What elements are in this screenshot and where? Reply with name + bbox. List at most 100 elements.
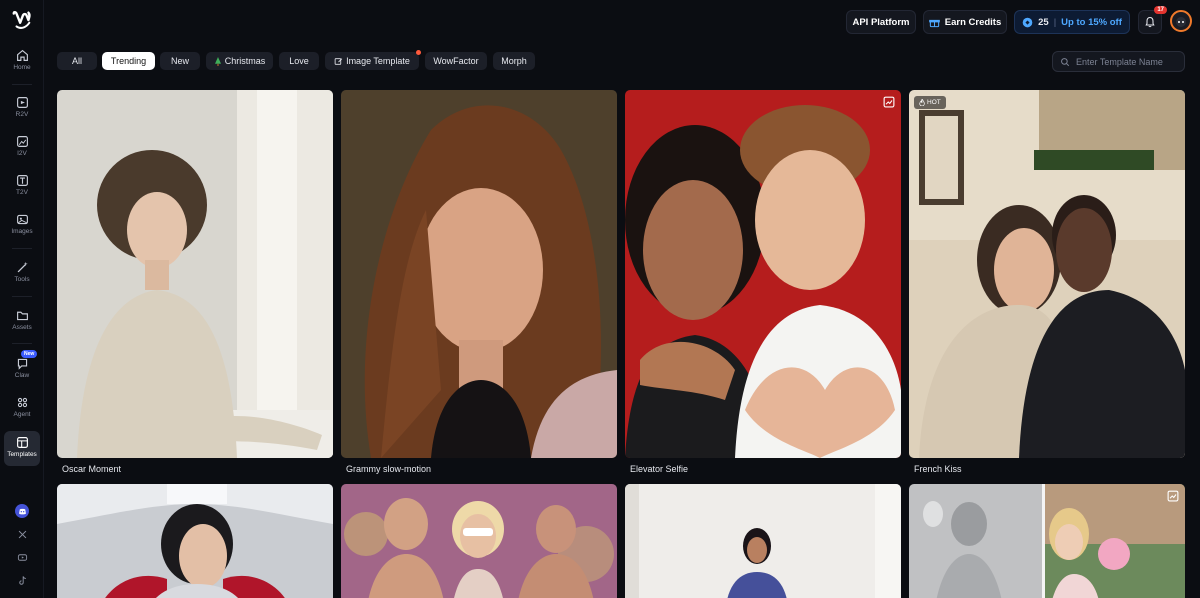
sidebar-item-label: Templates	[7, 451, 37, 458]
sidebar-item-images[interactable]: Images	[0, 213, 44, 236]
tab-label: All	[71, 56, 82, 66]
tab-label: Image Template	[346, 56, 410, 66]
new-indicator-dot	[416, 50, 421, 55]
earn-credits-label: Earn Credits	[944, 16, 1002, 28]
template-title[interactable]: French Kiss	[914, 464, 962, 474]
avatar-eye	[1178, 21, 1180, 23]
credits-separator: |	[1053, 16, 1057, 28]
credits-button[interactable]: 25 | Up to 15% off	[1014, 10, 1130, 34]
template-card[interactable]	[341, 484, 617, 598]
sidebar-item-label: Claw	[14, 372, 30, 379]
template-card-french-kiss[interactable]: HOT	[909, 90, 1185, 458]
earn-credits-button[interactable]: Earn Credits	[923, 10, 1007, 34]
sidebar-item-label: I2V	[17, 150, 27, 157]
hot-label: HOT	[927, 99, 941, 106]
template-thumbnail	[909, 484, 1185, 598]
template-thumbnail	[57, 90, 333, 458]
image-template-icon	[883, 96, 895, 108]
sidebar-item-home[interactable]: Home	[0, 49, 44, 72]
template-card[interactable]	[625, 484, 901, 598]
gift-icon	[928, 19, 940, 27]
template-thumbnail	[909, 90, 1185, 458]
sidebar-item-t2v[interactable]: T2V	[0, 174, 44, 197]
tab-label: Trending	[110, 56, 147, 66]
discord-icon[interactable]	[15, 504, 29, 518]
sidebar-item-r2v[interactable]: R2V	[0, 96, 44, 119]
sidebar-item-assets[interactable]: Assets	[0, 309, 44, 332]
api-platform-button[interactable]: API Platform	[846, 10, 916, 34]
avatar[interactable]	[1170, 10, 1192, 32]
tree-icon	[214, 56, 221, 66]
sidebar-item-label: Tools	[14, 276, 30, 283]
sidebar-item-tools[interactable]: Tools	[0, 261, 44, 284]
image-to-video-icon	[16, 136, 28, 147]
credits-count: 25	[1038, 16, 1049, 28]
divider	[12, 343, 32, 344]
avatar-eye	[1182, 21, 1184, 23]
text-to-video-icon	[16, 175, 28, 186]
search-icon	[1061, 57, 1070, 66]
tab-label: WowFactor	[433, 56, 479, 66]
tab-morph[interactable]: Morph	[493, 52, 535, 70]
divider	[12, 84, 32, 85]
tab-all[interactable]: All	[57, 52, 97, 70]
template-thumbnail	[341, 90, 617, 458]
tab-love[interactable]: Love	[279, 52, 319, 70]
template-title[interactable]: Oscar Moment	[62, 464, 121, 474]
tab-label: New	[170, 56, 189, 66]
sidebar-item-label: Images	[11, 228, 33, 235]
image-template-icon	[1167, 490, 1179, 502]
notifications-button[interactable]: 17	[1138, 6, 1167, 34]
sidebar: Home R2V I2V T2V Images Tools Assets New…	[0, 0, 44, 598]
tab-new[interactable]: New	[160, 52, 200, 70]
sidebar-item-label: R2V	[15, 111, 29, 118]
template-title[interactable]: Grammy slow-motion	[346, 464, 431, 474]
template-title[interactable]: Elevator Selfie	[630, 464, 688, 474]
divider	[12, 296, 32, 297]
tab-label: Christmas	[224, 56, 266, 66]
sidebar-item-label: T2V	[16, 189, 28, 196]
notification-count: 17	[1154, 6, 1167, 14]
sidebar-item-agent[interactable]: Agent	[0, 396, 44, 419]
hot-badge: HOT	[914, 96, 946, 109]
template-card-oscar-moment[interactable]	[57, 90, 333, 458]
search-input[interactable]	[1076, 56, 1181, 67]
r2v-icon	[16, 97, 28, 108]
sidebar-item-claw[interactable]: New Claw	[0, 350, 44, 380]
search-box	[1052, 51, 1185, 72]
flame-icon	[919, 99, 925, 106]
bell-icon	[1145, 16, 1155, 28]
tab-christmas[interactable]: Christmas	[206, 52, 273, 70]
edit-icon	[334, 57, 343, 65]
sidebar-item-label: Home	[13, 64, 31, 71]
images-icon	[16, 214, 28, 225]
sidebar-item-i2v[interactable]: I2V	[0, 135, 44, 158]
tiktok-icon[interactable]	[15, 573, 29, 587]
tab-wowfactor[interactable]: WowFactor	[425, 52, 487, 70]
api-platform-label: API Platform	[852, 16, 910, 28]
templates-icon	[16, 437, 28, 448]
chat-icon	[17, 358, 27, 370]
app-logo[interactable]	[11, 9, 33, 31]
template-thumbnail	[625, 90, 901, 458]
template-card[interactable]	[57, 484, 333, 598]
sidebar-item-label: Agent	[13, 411, 31, 418]
agent-icon	[17, 397, 27, 408]
tab-label: Love	[289, 56, 309, 66]
wand-icon	[17, 261, 28, 273]
home-icon	[16, 49, 28, 61]
tab-trending[interactable]: Trending	[102, 52, 155, 70]
tab-image-template[interactable]: Image Template	[325, 50, 421, 70]
template-card-grammy-slow-motion[interactable]	[341, 90, 617, 458]
folder-icon	[16, 311, 28, 321]
youtube-icon[interactable]	[15, 550, 29, 564]
credit-coin-icon	[1022, 17, 1033, 27]
template-card[interactable]	[909, 484, 1185, 598]
template-thumbnail	[341, 484, 617, 598]
tab-label: Morph	[501, 56, 527, 66]
sidebar-item-label: Assets	[12, 324, 32, 331]
promo-text: Up to 15% off	[1061, 16, 1122, 28]
sidebar-item-templates[interactable]: Templates	[0, 431, 44, 466]
template-card-elevator-selfie[interactable]	[625, 90, 901, 458]
x-icon[interactable]	[15, 527, 29, 541]
